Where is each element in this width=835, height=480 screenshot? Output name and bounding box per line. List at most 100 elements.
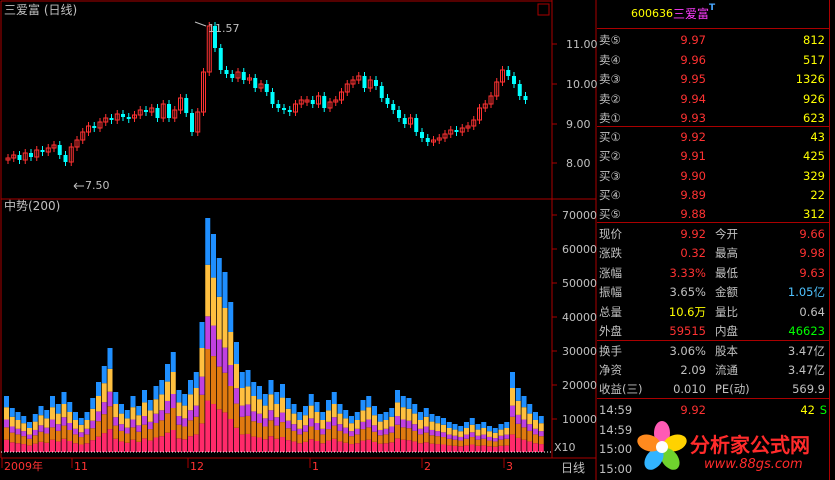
indicator-bar-segment xyxy=(32,421,38,430)
period-label[interactable]: 日线 xyxy=(561,461,585,475)
candle-body xyxy=(270,92,275,104)
price-tick-label: 10.00 xyxy=(566,78,598,91)
indicator-bar-segment xyxy=(239,416,245,435)
stat-value: 0.32 xyxy=(680,246,706,261)
watermark-text: 分析家公式网 xyxy=(690,433,810,457)
indicator-bar-segment xyxy=(188,394,193,411)
indicator-bar-segment xyxy=(262,394,268,406)
candle-body xyxy=(29,153,33,157)
sell-price: 9.93 xyxy=(680,111,706,125)
indicator-bar-segment xyxy=(274,404,280,418)
indicator-bar-segment xyxy=(21,423,27,432)
indicator-bar-segment xyxy=(297,443,303,452)
indicator-bar-segment xyxy=(193,388,199,406)
indicator-bar-segment xyxy=(515,414,521,424)
indicator-bar-segment xyxy=(188,410,193,421)
indicator-bar-segment xyxy=(78,424,84,433)
indicator-bar-segment xyxy=(176,402,182,417)
indicator-bar-segment xyxy=(228,332,234,365)
indicator-bar-segment xyxy=(492,441,498,447)
indicator-bar-segment xyxy=(165,400,170,414)
indicator-title: 中势(200) xyxy=(4,198,60,213)
indicator-bar-segment xyxy=(527,404,533,414)
candle-body xyxy=(218,48,223,70)
candle-body xyxy=(17,155,22,160)
buy-price: 9.90 xyxy=(680,168,706,183)
indicator-bar-segment xyxy=(188,420,193,437)
indicator-bar-segment xyxy=(124,410,130,419)
indicator-bar-segment xyxy=(15,443,21,452)
indicator-tick-label: 20000 xyxy=(562,379,597,392)
indicator-bar-segment xyxy=(124,418,130,428)
candle-body xyxy=(264,84,269,92)
indicator-bar-segment xyxy=(395,402,400,417)
finance-label: 净资 xyxy=(599,363,622,377)
indicator-bar-segment xyxy=(435,444,441,452)
indicator-bar-segment xyxy=(308,426,314,440)
indicator-bar-segment xyxy=(343,410,349,419)
indicator-bar-segment xyxy=(291,441,297,452)
quote-row: 买③ 9.90 329 xyxy=(597,166,829,186)
candle-body xyxy=(506,70,511,76)
indicator-bar-segment xyxy=(153,422,159,438)
indicator-bar-segment xyxy=(383,420,389,429)
quote-row: 卖⑤ 9.97 812 xyxy=(597,30,829,50)
indicator-bar-segment xyxy=(211,404,216,452)
indicator-bar-segment xyxy=(314,441,320,452)
indicator-bar-segment xyxy=(96,411,101,422)
indicator-bar-segment xyxy=(481,434,487,439)
indicator-bar-segment xyxy=(349,423,354,432)
indicator-bar-segment xyxy=(119,441,124,452)
candle-body xyxy=(512,76,516,84)
candle-body xyxy=(224,70,229,74)
indicator-bar-segment xyxy=(314,412,320,423)
indicator-bar-segment xyxy=(205,316,211,350)
indicator-bar-segment xyxy=(216,258,222,297)
indicator-bar-segment xyxy=(4,439,9,452)
indicator-bar-segment xyxy=(308,439,314,452)
finance-label: 流通 xyxy=(715,363,738,377)
indicator-bar-segment xyxy=(257,413,262,423)
indicator-bar-segment xyxy=(27,445,32,452)
indicator-bar-segment xyxy=(515,423,521,438)
indicator-bar-segment xyxy=(262,426,268,440)
indicator-bar-segment xyxy=(199,394,205,424)
indicator-bar-segment xyxy=(228,302,234,332)
stat-label: 量比 xyxy=(715,304,738,319)
indicator-bar-segment xyxy=(216,339,222,367)
indicator-bar-segment xyxy=(527,413,533,425)
indicator-bar-segment xyxy=(469,444,475,452)
indicator-bar-segment xyxy=(418,412,423,420)
indicator-bar-segment xyxy=(78,418,84,425)
indicator-bar-segment xyxy=(372,441,377,452)
sell-volume: 1326 xyxy=(795,72,825,86)
indicator-bar-segment xyxy=(170,352,176,372)
quote-row: 买② 9.91 425 xyxy=(597,146,829,166)
indicator-bar-segment xyxy=(366,396,372,408)
indicator-bar-segment xyxy=(119,413,124,425)
candle-body xyxy=(155,108,160,118)
indicator-bar-segment xyxy=(435,423,441,432)
stat-value: 9.66 xyxy=(799,227,825,241)
indicator-bar-segment xyxy=(176,424,182,439)
candle-body xyxy=(322,96,327,108)
candle-body xyxy=(362,76,367,88)
indicator-bar-segment xyxy=(119,430,124,442)
candle-body xyxy=(454,130,459,132)
site-watermark: 分析家公式网 www.88gs.com xyxy=(632,417,832,479)
indicator-bar-segment xyxy=(406,428,412,441)
sell-level-label: 卖③ xyxy=(599,72,621,86)
indicator-bar-segment xyxy=(297,428,303,435)
indicator-bar-segment xyxy=(452,439,458,446)
indicator-bar-segment xyxy=(216,296,222,340)
panel-edge xyxy=(829,0,830,480)
indicator-bar-segment xyxy=(389,432,395,443)
indicator-bar-segment xyxy=(193,416,199,435)
indicator-bar-segment xyxy=(32,435,38,444)
indicator-bar-segment xyxy=(268,420,274,437)
indicator-bar-segment xyxy=(406,420,412,429)
window-toggle-icon[interactable] xyxy=(537,3,550,16)
indicator-bar-segment xyxy=(182,439,188,452)
indicator-bar-segment xyxy=(50,427,55,440)
indicator-bar-segment xyxy=(533,428,538,435)
